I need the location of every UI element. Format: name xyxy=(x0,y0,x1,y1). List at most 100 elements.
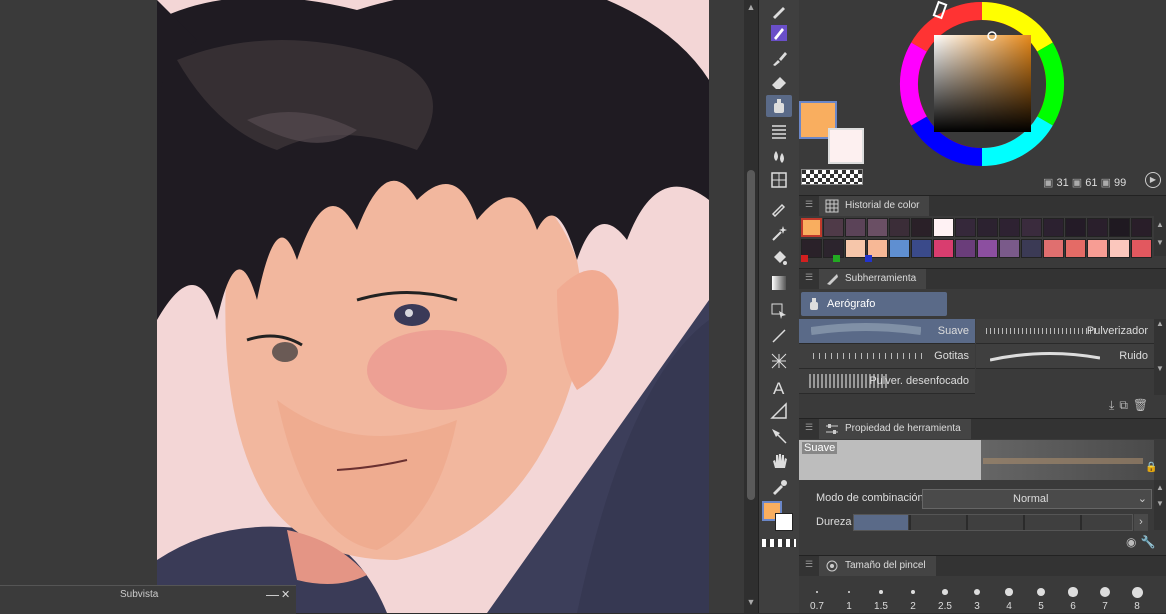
grip-icon[interactable]: ☰ xyxy=(805,559,813,570)
brush-size-option[interactable]: 3 xyxy=(961,577,993,613)
transparent-color-swatch-small[interactable] xyxy=(762,539,796,547)
color-history-swatch[interactable] xyxy=(1087,239,1108,258)
blend-tool-icon[interactable] xyxy=(766,145,792,167)
brush-size-option[interactable]: 0.7 xyxy=(801,577,833,613)
color-history-swatch[interactable] xyxy=(845,218,866,237)
correct-line-tool-icon[interactable] xyxy=(766,425,792,447)
brush-size-grid[interactable]: 0.7 1 1.5 2 2.5 3 4 5 6 7 8 xyxy=(799,577,1166,613)
brush-size-option[interactable]: 2.5 xyxy=(929,577,961,613)
color-history-swatch[interactable] xyxy=(1043,218,1064,237)
trash-icon[interactable]: 🗑 xyxy=(1133,398,1153,412)
color-history-swatch[interactable] xyxy=(889,218,910,237)
scroll-up-arrow[interactable]: ▲ xyxy=(746,2,756,12)
color-history-swatch[interactable] xyxy=(955,218,976,237)
pen-tool-icon[interactable] xyxy=(766,0,792,22)
brush-size-option[interactable]: 2 xyxy=(897,577,929,613)
brush-size-option[interactable]: 5 xyxy=(1025,577,1057,613)
color-history-swatch[interactable] xyxy=(999,218,1020,237)
fill-tool-icon[interactable] xyxy=(766,247,792,269)
color-history-swatch[interactable] xyxy=(955,239,976,258)
wrench-icon[interactable]: 🔧 xyxy=(1140,535,1159,549)
brush-size-option[interactable]: 1.5 xyxy=(865,577,897,613)
text-tool-icon[interactable]: A xyxy=(766,376,792,398)
eyedropper-tool-icon[interactable] xyxy=(766,476,792,498)
transparent-color-swatch[interactable] xyxy=(801,169,863,185)
brush-size-option[interactable]: 1 xyxy=(833,577,865,613)
hand-tool-icon[interactable] xyxy=(766,450,792,472)
color-history-swatch[interactable] xyxy=(1109,239,1130,258)
color-history-swatch[interactable] xyxy=(1021,239,1042,258)
duplicate-icon[interactable]: ⧉ xyxy=(1119,398,1133,412)
frame-tool-icon[interactable] xyxy=(766,350,792,372)
color-history-swatch[interactable] xyxy=(1131,239,1152,258)
hardness-slider[interactable] xyxy=(853,514,1133,531)
import-icon[interactable]: ⤓ xyxy=(1109,398,1119,412)
color-history-swatch[interactable] xyxy=(933,239,954,258)
magic-wand-tool-icon[interactable] xyxy=(766,222,792,244)
property-scroll[interactable]: ▲ ▼ xyxy=(1154,480,1166,530)
brush-pulverizador[interactable]: Pulverizador xyxy=(976,319,1154,344)
color-history-swatch[interactable] xyxy=(1109,218,1130,237)
eraser-tool-icon[interactable] xyxy=(766,71,792,93)
tab-tool-property[interactable]: Propiedad de herramienta xyxy=(819,419,971,439)
close-button[interactable]: ✕ xyxy=(281,588,290,601)
pencil-tool-icon[interactable] xyxy=(766,22,792,44)
brush-tool-icon[interactable] xyxy=(766,47,792,69)
color-history-grid[interactable] xyxy=(799,216,1154,258)
color-history-scroll[interactable]: ▲ ▼ xyxy=(1154,216,1166,256)
tab-color-history[interactable]: Historial de color xyxy=(819,196,930,216)
scrollbar-thumb[interactable] xyxy=(747,170,755,500)
lock-icon[interactable]: 🔒 xyxy=(1145,462,1157,473)
brush-size-option[interactable]: 7 xyxy=(1089,577,1121,613)
brush-suave[interactable]: Suave xyxy=(799,319,975,344)
brush-size-option[interactable]: 6 xyxy=(1057,577,1089,613)
gradient-tool-icon[interactable] xyxy=(766,272,792,294)
eyedropper-pen-tool-icon[interactable] xyxy=(766,197,792,219)
color-history-swatch[interactable] xyxy=(977,239,998,258)
color-history-swatch[interactable] xyxy=(1065,218,1086,237)
line-tool-icon[interactable] xyxy=(766,325,792,347)
subtool-group-airbrush[interactable]: Aerógrafo xyxy=(801,292,947,316)
brush-size-option[interactable]: 4 xyxy=(993,577,1025,613)
color-history-swatch[interactable] xyxy=(911,218,932,237)
artwork-canvas[interactable] xyxy=(157,0,709,613)
brush-gotitas[interactable]: Gotitas xyxy=(799,344,975,369)
sub-color-swatch-small[interactable] xyxy=(775,513,793,531)
grip-icon[interactable]: ☰ xyxy=(805,199,813,210)
color-history-swatch[interactable] xyxy=(1043,239,1064,258)
play-icon[interactable]: ▶ xyxy=(1145,172,1161,188)
color-history-swatch[interactable] xyxy=(1021,218,1042,237)
minimize-button[interactable]: — xyxy=(266,587,279,602)
color-history-swatch[interactable] xyxy=(933,218,954,237)
airbrush-tool-icon[interactable] xyxy=(766,95,792,117)
canvas-area[interactable] xyxy=(0,0,744,613)
tab-subtool[interactable]: Subherramienta xyxy=(819,269,927,289)
brush-list-scroll[interactable]: ▲ ▼ xyxy=(1154,319,1166,395)
3d-figure-tool-icon[interactable] xyxy=(766,169,792,191)
color-history-swatch[interactable] xyxy=(801,218,822,237)
color-wheel[interactable] xyxy=(891,0,1073,175)
color-history-swatch[interactable] xyxy=(977,218,998,237)
brush-pulver-desenfocado[interactable]: Pulver. desenfocado xyxy=(799,369,975,394)
color-history-swatch[interactable] xyxy=(823,218,844,237)
color-history-swatch[interactable] xyxy=(867,218,888,237)
blend-mode-select[interactable]: Normal ⌄ xyxy=(922,489,1152,509)
color-history-swatch[interactable] xyxy=(1087,218,1108,237)
tab-brush-size[interactable]: Tamaño del pincel xyxy=(819,556,936,576)
color-history-swatch[interactable] xyxy=(1131,218,1152,237)
canvas-vertical-scrollbar[interactable]: ▲ ▼ xyxy=(744,0,758,613)
grip-icon[interactable]: ☰ xyxy=(805,422,813,433)
tool-property-preview[interactable]: Suave 🔒 xyxy=(799,440,1157,480)
balloon-tool-icon[interactable] xyxy=(766,400,792,422)
operation-tool-icon[interactable] xyxy=(766,300,792,322)
color-history-swatch[interactable] xyxy=(999,239,1020,258)
brush-ruido[interactable]: Ruido xyxy=(976,344,1154,369)
grip-icon[interactable]: ☰ xyxy=(805,272,813,283)
color-history-swatch[interactable] xyxy=(1065,239,1086,258)
sub-color-swatch[interactable] xyxy=(828,128,864,164)
scroll-down-arrow[interactable]: ▼ xyxy=(746,597,756,607)
brush-size-option[interactable]: 8 xyxy=(1121,577,1153,613)
settings-icon[interactable]: ◉ xyxy=(1126,535,1140,549)
decoration-tool-icon[interactable] xyxy=(766,120,792,142)
hardness-next-button[interactable]: › xyxy=(1134,514,1148,531)
